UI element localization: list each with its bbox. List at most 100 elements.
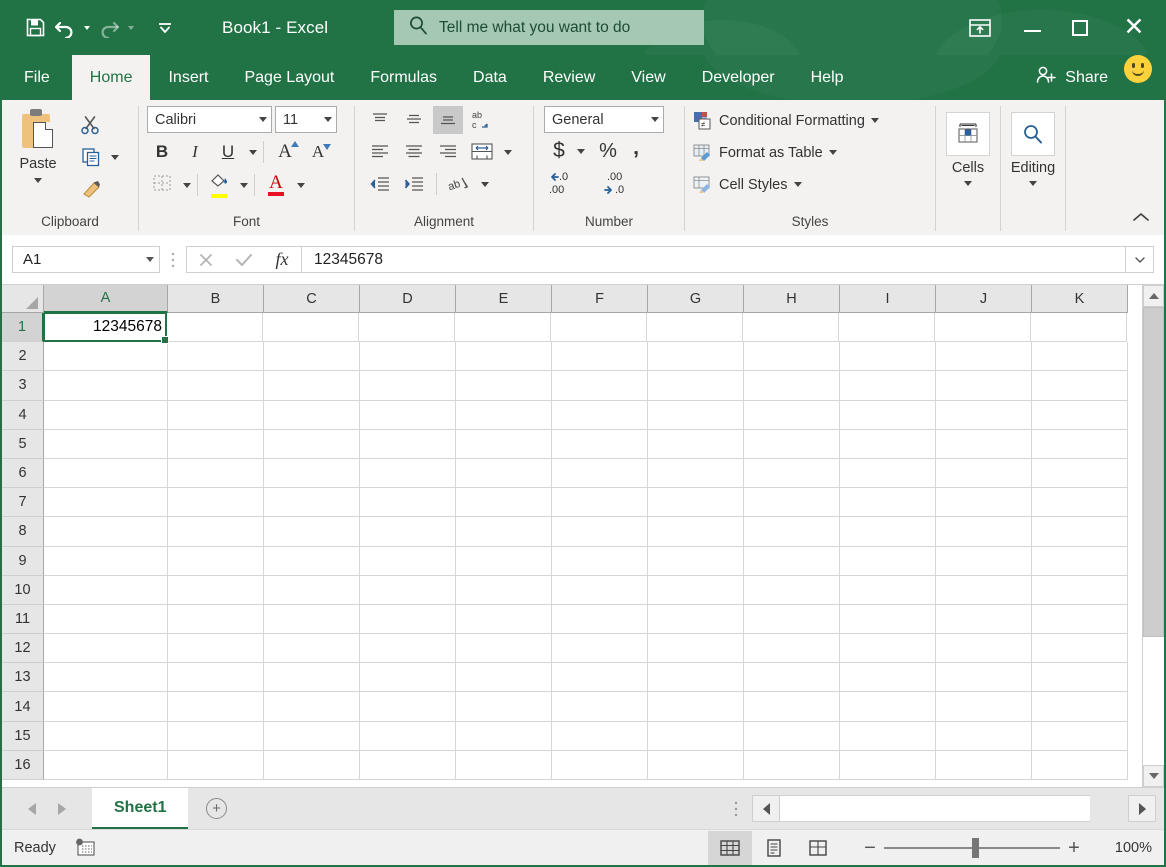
cell-K14[interactable] <box>1032 692 1128 722</box>
cell-F14[interactable] <box>552 692 648 722</box>
column-header-G[interactable]: G <box>648 285 744 313</box>
tab-help[interactable]: Help <box>793 55 862 100</box>
cell-K7[interactable] <box>1032 488 1128 518</box>
cell-B11[interactable] <box>168 604 264 635</box>
align-right-icon[interactable] <box>433 138 463 166</box>
cell-D1[interactable] <box>359 313 455 343</box>
cell-B12[interactable] <box>168 634 264 664</box>
cell-C12[interactable] <box>264 634 360 664</box>
cell-J6[interactable] <box>936 458 1032 489</box>
tab-review[interactable]: Review <box>525 55 613 100</box>
row-header-12[interactable]: 12 <box>2 634 44 664</box>
cell-B7[interactable] <box>168 488 264 518</box>
enter-check-icon[interactable] <box>225 247 263 272</box>
redo-icon[interactable] <box>94 11 124 45</box>
cell-K13[interactable] <box>1032 663 1128 693</box>
cell-K8[interactable] <box>1032 517 1128 547</box>
cell-C14[interactable] <box>264 692 360 722</box>
cell-styles-caret-icon[interactable] <box>793 182 802 187</box>
cell-G6[interactable] <box>648 458 744 489</box>
cut-button[interactable] <box>74 110 132 140</box>
cell-B3[interactable] <box>168 371 264 401</box>
name-box[interactable]: A1 <box>12 246 160 273</box>
cell-C9[interactable] <box>264 546 360 576</box>
decrease-indent-icon[interactable] <box>365 170 395 198</box>
cell-G4[interactable] <box>648 400 744 430</box>
cell-A5[interactable] <box>44 429 168 459</box>
cell-G3[interactable] <box>648 371 744 401</box>
maximize-button[interactable] <box>1056 0 1104 55</box>
cell-F4[interactable] <box>552 400 648 430</box>
decrease-font-size-button[interactable]: A <box>303 138 333 166</box>
cell-E15[interactable] <box>456 721 552 751</box>
column-header-I[interactable]: I <box>840 285 936 313</box>
formula-input[interactable]: 12345678 <box>301 246 1126 273</box>
cell-E3[interactable] <box>456 371 552 401</box>
cell-H4[interactable] <box>744 400 840 430</box>
cell-B16[interactable] <box>168 750 264 780</box>
cell-C1[interactable] <box>263 313 359 343</box>
row-header-14[interactable]: 14 <box>2 692 44 722</box>
cell-D16[interactable] <box>360 750 456 780</box>
conditional-formatting-caret-icon[interactable] <box>870 118 879 123</box>
zoom-slider[interactable] <box>884 837 1060 858</box>
cell-E14[interactable] <box>456 692 552 722</box>
cell-G12[interactable] <box>648 634 744 664</box>
tab-split-grip-icon[interactable] <box>720 788 752 829</box>
cell-A8[interactable] <box>44 517 168 547</box>
cell-F2[interactable] <box>552 342 648 372</box>
cell-I11[interactable] <box>840 604 936 635</box>
cell-B5[interactable] <box>168 429 264 459</box>
undo-dropdown-caret-icon[interactable] <box>80 11 94 45</box>
paste-dropdown-caret-icon[interactable] <box>34 178 42 183</box>
cell-H9[interactable] <box>744 546 840 576</box>
cell-D10[interactable] <box>360 575 456 605</box>
middle-align-icon[interactable] <box>399 106 429 134</box>
insert-function-fx-icon[interactable]: fx <box>263 247 301 272</box>
cell-B1[interactable] <box>167 313 263 343</box>
editing-button[interactable]: Editing <box>1001 106 1065 186</box>
bold-button[interactable]: B <box>147 138 177 166</box>
cell-F11[interactable] <box>552 604 648 635</box>
cell-H7[interactable] <box>744 488 840 518</box>
format-as-table-button[interactable]: Format as Table <box>693 138 879 167</box>
cell-H2[interactable] <box>744 342 840 372</box>
cell-D15[interactable] <box>360 721 456 751</box>
tab-developer[interactable]: Developer <box>684 55 793 100</box>
accounting-dropdown-caret-icon[interactable] <box>577 148 585 154</box>
align-center-icon[interactable] <box>399 138 429 166</box>
cell-F10[interactable] <box>552 575 648 605</box>
cell-C6[interactable] <box>264 458 360 489</box>
cell-H5[interactable] <box>744 429 840 459</box>
cell-I9[interactable] <box>840 546 936 576</box>
cell-I14[interactable] <box>840 692 936 722</box>
cell-K11[interactable] <box>1032 604 1128 635</box>
cell-F6[interactable] <box>552 458 648 489</box>
cell-D4[interactable] <box>360 400 456 430</box>
cell-styles-button[interactable]: Cell Styles <box>693 170 879 199</box>
cell-I3[interactable] <box>840 371 936 401</box>
cell-H10[interactable] <box>744 575 840 605</box>
cell-A14[interactable] <box>44 692 168 722</box>
borders-dropdown-caret-icon[interactable] <box>183 182 191 188</box>
row-header-4[interactable]: 4 <box>2 400 44 430</box>
tab-page-layout[interactable]: Page Layout <box>226 55 352 100</box>
cell-K1[interactable] <box>1031 313 1127 343</box>
paste-button[interactable]: Paste <box>2 106 74 183</box>
cell-A2[interactable] <box>44 342 168 372</box>
row-header-7[interactable]: 7 <box>2 488 44 518</box>
redo-dropdown-caret-icon[interactable] <box>124 11 138 45</box>
cell-A13[interactable] <box>44 663 168 693</box>
cell-K10[interactable] <box>1032 575 1128 605</box>
cell-H8[interactable] <box>744 517 840 547</box>
bottom-align-icon[interactable] <box>433 106 463 134</box>
cell-I16[interactable] <box>840 750 936 780</box>
cell-I8[interactable] <box>840 517 936 547</box>
copy-dropdown-caret-icon[interactable] <box>111 154 119 160</box>
fill-color-button[interactable] <box>204 171 234 199</box>
cell-I2[interactable] <box>840 342 936 372</box>
customize-qat-icon[interactable] <box>150 11 180 45</box>
cell-D2[interactable] <box>360 342 456 372</box>
zoom-out-button[interactable]: − <box>856 838 884 858</box>
scroll-right-arrow-icon[interactable] <box>1128 795 1156 822</box>
